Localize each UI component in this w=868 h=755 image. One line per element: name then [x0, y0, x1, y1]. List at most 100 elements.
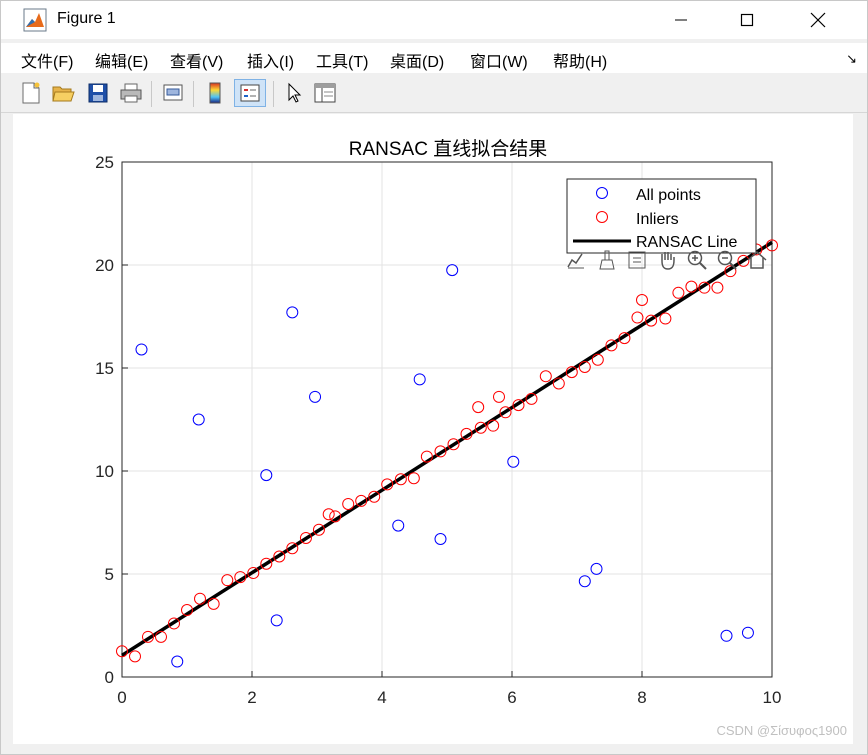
- inlier-marker: [342, 497, 355, 510]
- home-icon: [747, 250, 767, 269]
- inlier-marker: [591, 353, 604, 366]
- all-point-marker: [741, 626, 754, 639]
- dock-figure-icon[interactable]: ↘: [846, 51, 857, 67]
- inlier-marker: [631, 311, 644, 324]
- y-tick-label: 20: [95, 256, 114, 275]
- inlier-marker: [493, 390, 505, 403]
- all-point-marker: [270, 614, 283, 627]
- window-title: Figure 1: [57, 10, 116, 27]
- brush-export-icon: [567, 253, 584, 269]
- toolbar-separator: [151, 81, 152, 107]
- inlier-marker: [407, 472, 420, 485]
- menu-window[interactable]: 窗口(W): [470, 48, 528, 72]
- menu-view[interactable]: 查看(V): [170, 48, 223, 72]
- menu-file[interactable]: 文件(F): [21, 48, 73, 72]
- y-tick-label: 15: [95, 359, 114, 378]
- minimize-button[interactable]: [658, 1, 704, 39]
- insert-legend-button[interactable]: [234, 79, 266, 107]
- zoom-in-icon: [687, 250, 707, 270]
- menu-edit[interactable]: 编辑(E): [95, 48, 148, 72]
- y-tick-label: 5: [105, 565, 114, 584]
- close-button[interactable]: [795, 1, 841, 39]
- inlier-marker: [685, 280, 698, 293]
- inlier-marker: [221, 574, 234, 587]
- legend-label-all-points: All points: [636, 187, 701, 204]
- zoom-out-button[interactable]: [714, 247, 740, 273]
- menu-bar: 文件(F) 编辑(E) 查看(V) 插入(I) 工具(T) 桌面(D) 窗口(W…: [1, 43, 867, 73]
- insert-colorbar-button[interactable]: [201, 79, 229, 107]
- save-button[interactable]: [84, 79, 112, 107]
- print-preview-button[interactable]: [159, 79, 187, 107]
- x-tick-label: 4: [377, 688, 386, 707]
- property-inspector-icon: [314, 83, 336, 103]
- y-tick-label: 25: [95, 153, 114, 172]
- y-tick-label: 10: [95, 462, 114, 481]
- legend-icon: [240, 84, 260, 102]
- data-brush-icon: [599, 250, 615, 270]
- maximize-button[interactable]: [724, 1, 770, 39]
- x-tick-label: 0: [117, 688, 126, 707]
- inlier-marker: [659, 312, 672, 325]
- save-icon: [88, 83, 108, 103]
- inlier-marker: [194, 592, 206, 605]
- all-point-marker: [578, 575, 591, 588]
- all-point-marker: [309, 390, 322, 403]
- maximize-icon: [740, 13, 754, 27]
- close-icon: [810, 12, 826, 28]
- chart-title: RANSAC 直线拟合结果: [349, 138, 547, 160]
- new-figure-icon: [22, 82, 40, 104]
- menu-help[interactable]: 帮助(H): [553, 48, 607, 72]
- x-tick-label: 10: [763, 688, 782, 707]
- inlier-marker: [129, 650, 141, 663]
- matlab-app-icon: [23, 8, 47, 32]
- menu-tools[interactable]: 工具(T): [316, 48, 368, 72]
- zoom-out-icon: [717, 250, 737, 270]
- all-point-marker: [392, 519, 405, 532]
- ransac-line: [121, 240, 773, 657]
- open-file-icon: [52, 86, 75, 102]
- data-brush-button[interactable]: [594, 247, 620, 273]
- legend[interactable]: All points Inliers RANSAC Line: [566, 178, 757, 254]
- new-figure-button[interactable]: [17, 79, 45, 107]
- all-point-marker: [171, 655, 184, 668]
- inlier-marker: [322, 508, 335, 521]
- inlier-marker: [672, 286, 685, 299]
- restore-view-button[interactable]: [744, 247, 770, 273]
- all-point-marker: [413, 373, 426, 386]
- pointer-icon: [288, 82, 302, 103]
- data-tips-button[interactable]: [624, 247, 650, 273]
- all-point-marker: [135, 343, 148, 356]
- x-tick-label: 2: [247, 688, 256, 707]
- figure-toolbar: [1, 75, 867, 113]
- x-tick-label: 8: [637, 688, 646, 707]
- ransac-line-layer: [121, 240, 773, 657]
- brush-export-button[interactable]: [563, 247, 589, 273]
- menu-desktop[interactable]: 桌面(D): [390, 48, 444, 72]
- all-point-marker: [507, 455, 520, 468]
- y-tick-label: 0: [105, 668, 114, 687]
- zoom-in-button[interactable]: [684, 247, 710, 273]
- pan-button[interactable]: [654, 247, 680, 273]
- inlier-marker: [207, 597, 220, 610]
- x-tick-label: 6: [507, 688, 516, 707]
- data-tips-icon: [628, 251, 646, 269]
- pan-hand-icon: [661, 252, 675, 270]
- open-file-button[interactable]: [49, 79, 77, 107]
- inlier-marker: [711, 281, 724, 294]
- colorbar-icon: [209, 82, 221, 104]
- figure-canvas: 0 2 4 6 8 10 0 5 10 15 20 25 RANSAC 直线拟合结果 All poin…: [13, 114, 853, 744]
- inlier-marker: [472, 401, 485, 414]
- points-layer: [116, 239, 778, 668]
- legend-label-inliers: Inliers: [636, 211, 679, 228]
- edit-plot-button[interactable]: [280, 79, 308, 107]
- inlier-marker: [539, 370, 552, 383]
- all-point-marker: [434, 532, 447, 545]
- print-preview-icon: [163, 84, 183, 101]
- print-button[interactable]: [117, 79, 145, 107]
- menu-insert[interactable]: 插入(I): [247, 48, 294, 72]
- all-point-marker: [192, 413, 205, 426]
- watermark: CSDN @Σίσυφος1900: [716, 723, 847, 738]
- print-icon: [120, 83, 142, 103]
- property-inspector-button[interactable]: [311, 79, 339, 107]
- all-point-marker: [286, 306, 299, 319]
